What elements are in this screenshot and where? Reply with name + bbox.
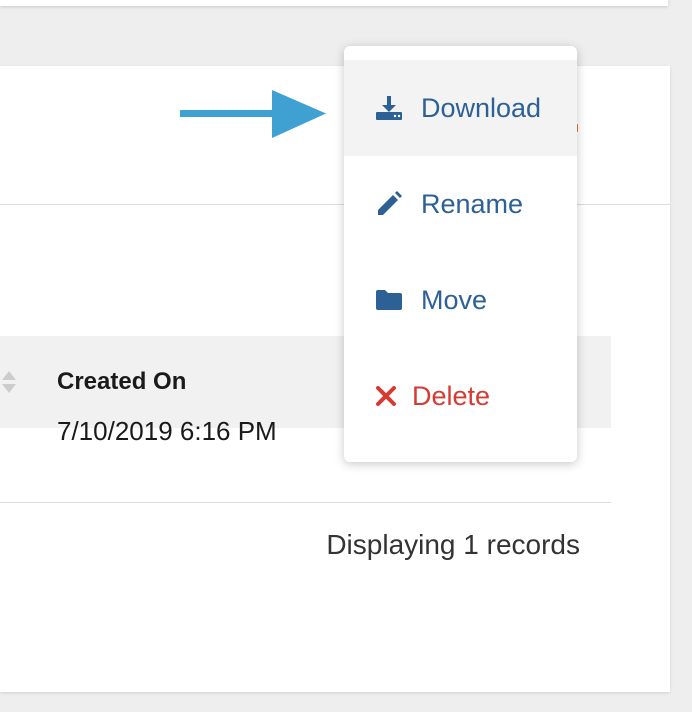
menu-item-label: Download (421, 93, 542, 123)
sort-icon[interactable] (0, 368, 18, 396)
folder-icon (376, 290, 402, 310)
close-icon (376, 386, 396, 406)
menu-item-download[interactable]: Download (344, 60, 577, 156)
table-cell-created-on: 7/10/2019 6:16 PM (57, 416, 277, 446)
menu-item-label: Move (421, 285, 488, 315)
records-count: Displaying 1 records (326, 529, 580, 560)
context-menu: Download Rename Move Delete (344, 46, 577, 462)
menu-item-label: Rename (421, 189, 524, 219)
menu-item-rename[interactable]: Rename (344, 156, 577, 252)
pencil-icon (378, 191, 402, 215)
row-divider (0, 502, 611, 503)
menu-item-label: Delete (412, 381, 491, 411)
download-icon (376, 96, 402, 120)
column-header-created-on[interactable]: Created On (57, 368, 186, 396)
menu-item-delete[interactable]: Delete (344, 348, 577, 444)
pointer-arrow-icon (180, 90, 326, 138)
top-card (0, 0, 668, 6)
menu-item-move[interactable]: Move (344, 252, 577, 348)
